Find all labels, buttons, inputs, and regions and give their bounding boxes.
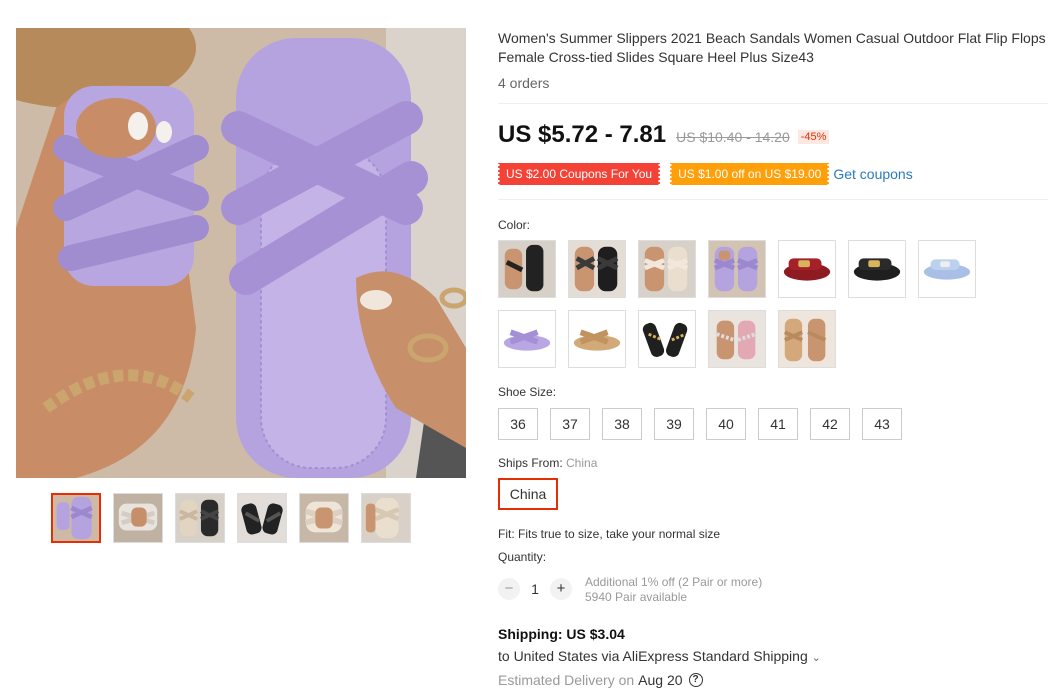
order-count: 4 orders xyxy=(498,75,550,91)
size-option-38[interactable]: 38 xyxy=(602,408,642,440)
size-option-37[interactable]: 37 xyxy=(550,408,590,440)
thumbnail-beige-worn[interactable] xyxy=(299,493,349,543)
color-option-sandal-tan[interactable] xyxy=(568,310,626,368)
color-option-sandal-black-chain[interactable] xyxy=(638,310,696,368)
divider xyxy=(498,103,1048,104)
shipping-cost: Shipping: US $3.04 xyxy=(498,626,625,642)
color-option-sandal-black-buckle[interactable] xyxy=(848,240,906,298)
divider xyxy=(498,199,1048,200)
quantity-notes: Additional 1% off (2 Pair or more) 5940 … xyxy=(585,575,762,605)
ships-from-label: Ships From: China xyxy=(498,456,597,470)
color-option-sandal-black-crossed[interactable] xyxy=(568,240,626,298)
size-option-39[interactable]: 39 xyxy=(654,408,694,440)
size-option-43[interactable]: 43 xyxy=(862,408,902,440)
ships-from-value: China xyxy=(566,456,598,470)
quantity-stepper: − 1 + xyxy=(498,578,572,600)
sandal-main-photo xyxy=(16,28,466,478)
color-option-sandal-purple-worn[interactable] xyxy=(708,240,766,298)
shipping-method[interactable]: to United States via AliExpress Standard… xyxy=(498,648,821,664)
color-option-sandal-lightblue[interactable] xyxy=(918,240,976,298)
size-option-40[interactable]: 40 xyxy=(706,408,746,440)
ships-from-option-china[interactable]: China xyxy=(498,478,558,510)
quantity-increase-button[interactable]: + xyxy=(550,578,572,600)
size-option-42[interactable]: 42 xyxy=(810,408,850,440)
color-swatches xyxy=(498,240,988,368)
product-title: Women's Summer Slippers 2021 Beach Sanda… xyxy=(498,30,1046,65)
original-price: US $10.40 - 14.20 xyxy=(676,129,790,145)
coupon-select[interactable]: US $1.00 off on US $19.00 xyxy=(669,163,831,185)
delivery-label: Estimated Delivery on xyxy=(498,672,635,688)
thumbnail-black-pair[interactable] xyxy=(237,493,287,543)
shipping-destination[interactable]: to United States via AliExpress Standard… xyxy=(498,648,808,664)
thumbnail-strip xyxy=(51,493,411,543)
discount-badge: -45% xyxy=(797,130,830,144)
quantity-value[interactable]: 1 xyxy=(520,581,550,597)
color-option-sandal-purple[interactable] xyxy=(498,310,556,368)
size-option-41[interactable]: 41 xyxy=(758,408,798,440)
thumbnail-beige-side[interactable] xyxy=(361,493,411,543)
quantity-decrease-button[interactable]: − xyxy=(498,578,520,600)
color-option-sandal-pink-chain[interactable] xyxy=(708,310,766,368)
coupon-store[interactable]: US $2.00 Coupons For You xyxy=(496,163,662,185)
help-icon[interactable]: ? xyxy=(688,673,703,687)
chevron-down-icon[interactable]: ⌄ xyxy=(812,652,821,664)
delivery-date: Aug 20 xyxy=(638,672,683,688)
estimated-delivery: Estimated Delivery on Aug 20 ? xyxy=(498,672,703,688)
color-option-sandal-red-buckle[interactable] xyxy=(778,240,836,298)
price-row: US $5.72 - 7.81 US $10.40 - 14.20 -45% xyxy=(498,121,830,149)
thumbnail-white-worn[interactable] xyxy=(113,493,163,543)
size-option-36[interactable]: 36 xyxy=(498,408,538,440)
coupon-row: US $2.00 Coupons For You US $1.00 off on… xyxy=(496,163,913,185)
thumbnail-purple[interactable] xyxy=(51,493,101,543)
get-coupons-link[interactable]: Get coupons xyxy=(833,166,912,182)
thumbnail-black-beige[interactable] xyxy=(175,493,225,543)
color-option-sandal-black-worn[interactable] xyxy=(498,240,556,298)
quantity-label: Quantity: xyxy=(498,550,547,564)
size-options: 36 37 38 39 40 41 42 43 xyxy=(498,408,902,440)
bulk-discount-note: Additional 1% off (2 Pair or more) xyxy=(585,575,763,589)
fit-note: Fit: Fits true to size, take your normal… xyxy=(498,527,721,541)
ships-from-title: Ships From: xyxy=(498,456,567,470)
color-option-sandal-brown-worn[interactable] xyxy=(778,310,836,368)
color-label: Color: xyxy=(498,218,531,232)
product-gallery xyxy=(0,0,480,699)
stock-available: 5940 Pair available xyxy=(585,590,688,604)
color-option-sandal-beige-worn[interactable] xyxy=(638,240,696,298)
current-price: US $5.72 - 7.81 xyxy=(498,121,667,148)
main-product-image[interactable] xyxy=(16,28,466,478)
size-label: Shoe Size: xyxy=(498,385,557,399)
